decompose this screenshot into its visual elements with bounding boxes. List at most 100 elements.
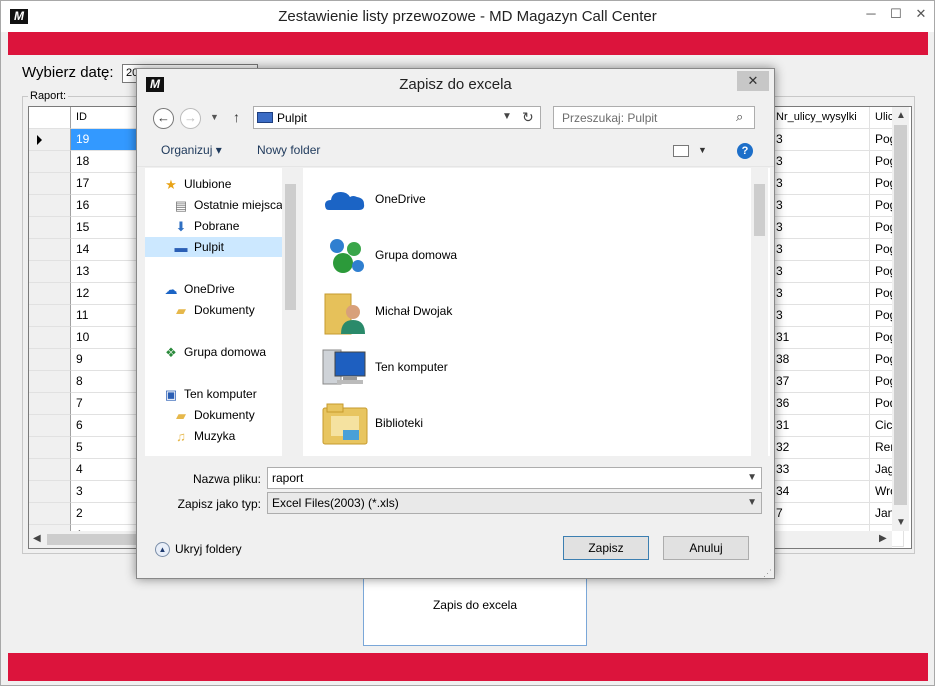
filename-input[interactable]: raport ▼ [267,467,762,489]
cell-nr-ulicy-wysylki[interactable]: 31 [771,327,870,349]
close-button[interactable]: ✕ [908,2,934,28]
cell-id[interactable]: 17 [71,173,139,195]
row-header[interactable] [29,393,71,415]
back-arrow-icon[interactable]: ← [153,108,174,129]
cell-nr-ulicy-wysylki[interactable]: 3 [771,239,870,261]
dialog-close-button[interactable]: ✕ [737,71,769,91]
column-header-nr-ulicy-wysylki[interactable]: Nr_ulicy_wysylki [771,107,870,129]
filetype-select[interactable]: Excel Files(2003) (*.xls) ▼ [267,492,762,514]
nav-item-pobrane[interactable]: ⬇ Pobrane [173,216,240,236]
maximize-button[interactable]: ☐ [884,2,908,28]
cell-id[interactable]: 19 [71,129,139,151]
row-header[interactable] [29,327,71,349]
chevron-down-icon[interactable]: ▼ [747,472,757,483]
cell-nr-ulicy-wysylki[interactable]: 3 [771,129,870,151]
cell-nr-ulicy-wysylki[interactable]: 3 [771,305,870,327]
row-header[interactable] [29,371,71,393]
nav-item-pulpit[interactable]: ▬ Pulpit [145,237,285,257]
row-header[interactable] [29,173,71,195]
row-header[interactable] [29,261,71,283]
nav-item-dokumenty[interactable]: ▰ Dokumenty [173,300,255,320]
corner-header[interactable] [29,107,71,129]
cell-id[interactable]: 8 [71,371,139,393]
row-header[interactable] [29,129,71,151]
nav-item-ostatnie-miejsca[interactable]: ▤ Ostatnie miejsca [173,195,283,215]
new-folder-button[interactable]: Nowy folder [257,143,320,157]
nav-item-ten-komputer[interactable]: ▣ Ten komputer [163,384,257,404]
row-header[interactable] [29,305,71,327]
cell-id[interactable]: 4 [71,459,139,481]
cell-id[interactable]: 5 [71,437,139,459]
cell-id[interactable]: 6 [71,415,139,437]
cell-nr-ulicy-wysylki[interactable]: 36 [771,393,870,415]
cell-nr-ulicy-wysylki[interactable]: 3 [771,283,870,305]
navigation-pane-scrollbar[interactable] [282,168,299,456]
cell-nr-ulicy-wysylki[interactable]: 3 [771,173,870,195]
row-header[interactable] [29,151,71,173]
row-header[interactable] [29,283,71,305]
cell-id[interactable]: 2 [71,503,139,525]
view-options-icon[interactable] [673,145,689,157]
hide-folders-toggle[interactable]: ▲ Ukryj foldery [155,542,242,558]
forward-arrow-icon[interactable]: → [180,108,201,129]
cell-nr-ulicy-wysylki[interactable]: 7 [771,503,870,525]
column-header-id[interactable]: ID [71,107,139,129]
up-arrow-icon[interactable]: ↑ [233,109,240,125]
search-box[interactable]: Przeszukaj: Pulpit ⌕ [553,106,755,129]
row-header[interactable] [29,195,71,217]
scrollbar-thumb[interactable] [894,125,907,505]
save-button[interactable]: Zapisz [563,536,649,560]
chevron-down-icon[interactable]: ▼ [698,145,707,155]
nav-item-grupa-domowa[interactable]: ❖ Grupa domowa [163,342,266,362]
recent-locations-chevron-icon[interactable]: ▼ [210,112,219,122]
cell-nr-ulicy-wysylki[interactable]: 38 [771,349,870,371]
resize-grip-icon[interactable]: ⋰ [763,568,772,579]
search-icon[interactable]: ⌕ [736,109,743,125]
cell-nr-ulicy-wysylki[interactable]: 33 [771,459,870,481]
row-header[interactable] [29,437,71,459]
cell-nr-ulicy-wysylki[interactable]: 37 [771,371,870,393]
cell-id[interactable]: 14 [71,239,139,261]
cell-id[interactable]: 10 [71,327,139,349]
nav-item-onedrive[interactable]: ☁ OneDrive [163,279,235,299]
cell-nr-ulicy-wysylki[interactable]: 31 [771,415,870,437]
address-bar[interactable]: Pulpit ▼ ↻ [253,106,541,129]
cell-nr-ulicy-wysylki[interactable]: 3 [771,261,870,283]
scrollbar-thumb[interactable] [754,184,765,236]
export-excel-button[interactable]: Zapis do excela [363,573,587,646]
scroll-left-icon[interactable]: ◀ [33,533,41,544]
cell-id[interactable]: 9 [71,349,139,371]
cell-id[interactable]: 3 [71,481,139,503]
row-header[interactable] [29,415,71,437]
grid-vertical-scrollbar[interactable]: ▲ ▼ [892,107,909,531]
cell-id[interactable]: 16 [71,195,139,217]
cell-id[interactable]: 15 [71,217,139,239]
cell-id[interactable]: 11 [71,305,139,327]
cell-nr-ulicy-wysylki[interactable]: 3 [771,151,870,173]
row-header[interactable] [29,349,71,371]
minimize-button[interactable]: ─ [858,2,884,28]
cell-nr-ulicy-wysylki[interactable]: 34 [771,481,870,503]
scroll-up-icon[interactable]: ▲ [896,110,906,121]
cell-nr-ulicy-wysylki[interactable]: 32 [771,437,870,459]
cell-id[interactable]: 7 [71,393,139,415]
refresh-icon[interactable]: ↻ [522,109,534,126]
cell-id[interactable]: 18 [71,151,139,173]
row-header[interactable] [29,217,71,239]
help-icon[interactable]: ? [737,143,753,159]
cell-nr-ulicy-wysylki[interactable]: 3 [771,195,870,217]
scroll-right-icon[interactable]: ▶ [879,533,887,544]
row-header[interactable] [29,459,71,481]
scrollbar-thumb[interactable] [285,184,296,310]
row-header[interactable] [29,239,71,261]
organize-button[interactable]: Organizuj ▾ [161,143,222,157]
nav-item-ulubione[interactable]: ★ Ulubione [163,174,231,194]
cell-nr-ulicy-wysylki[interactable]: 3 [771,217,870,239]
nav-item-muzyka[interactable]: ♫ Muzyka [173,426,235,446]
chevron-down-icon[interactable]: ▼ [502,111,512,122]
row-header[interactable] [29,481,71,503]
chevron-down-icon[interactable]: ▼ [747,497,757,508]
file-list-scrollbar[interactable] [751,168,768,456]
cancel-button[interactable]: Anuluj [663,536,749,560]
scroll-down-icon[interactable]: ▼ [896,517,906,528]
